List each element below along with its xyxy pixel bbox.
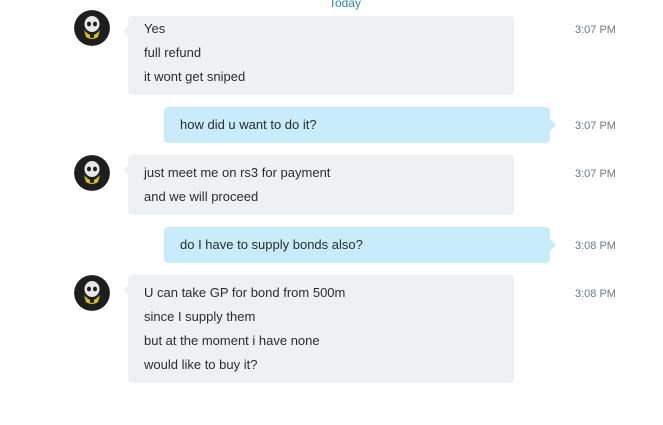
message-text: just meet me on rs3 for payment bbox=[144, 165, 331, 180]
avatar-skull-gasmask-icon[interactable] bbox=[74, 10, 110, 46]
message-text: since I supply them bbox=[144, 309, 256, 324]
day-separator: Today bbox=[328, 0, 362, 10]
message-timestamp: 3:08 PM bbox=[575, 288, 616, 300]
message-bubble-incoming[interactable]: just meet me on rs3 for payment and we w… bbox=[123, 155, 514, 215]
message-text: would like to buy it? bbox=[144, 357, 258, 372]
message-text: U can take GP for bond from 500m bbox=[144, 285, 346, 300]
message-text: and we will proceed bbox=[144, 189, 259, 204]
message-text: do I have to supply bonds also? bbox=[180, 237, 363, 252]
message-bubble-incoming[interactable]: Yes full refund it wont get sniped bbox=[123, 16, 514, 95]
message-timestamp: 3:07 PM bbox=[575, 24, 616, 36]
message-bubble-outgoing[interactable]: how did u want to do it? bbox=[164, 107, 556, 143]
message-text: how did u want to do it? bbox=[180, 117, 317, 132]
message-text: Yes bbox=[144, 21, 166, 36]
message-text: it wont get sniped bbox=[144, 69, 246, 84]
message-timestamp: 3:07 PM bbox=[575, 120, 616, 132]
message-text: but at the moment i have none bbox=[144, 333, 320, 348]
avatar-skull-gasmask-icon[interactable] bbox=[74, 155, 110, 191]
message-timestamp: 3:07 PM bbox=[575, 168, 616, 180]
chat-conversation: Today Yes full refund it wont get sniped… bbox=[0, 0, 663, 425]
message-bubble-outgoing[interactable]: do I have to supply bonds also? bbox=[164, 227, 556, 263]
message-text: full refund bbox=[144, 45, 202, 60]
message-bubble-incoming[interactable]: U can take GP for bond from 500m since I… bbox=[123, 275, 514, 383]
avatar-skull-gasmask-icon[interactable] bbox=[74, 275, 110, 311]
message-timestamp: 3:08 PM bbox=[575, 240, 616, 252]
